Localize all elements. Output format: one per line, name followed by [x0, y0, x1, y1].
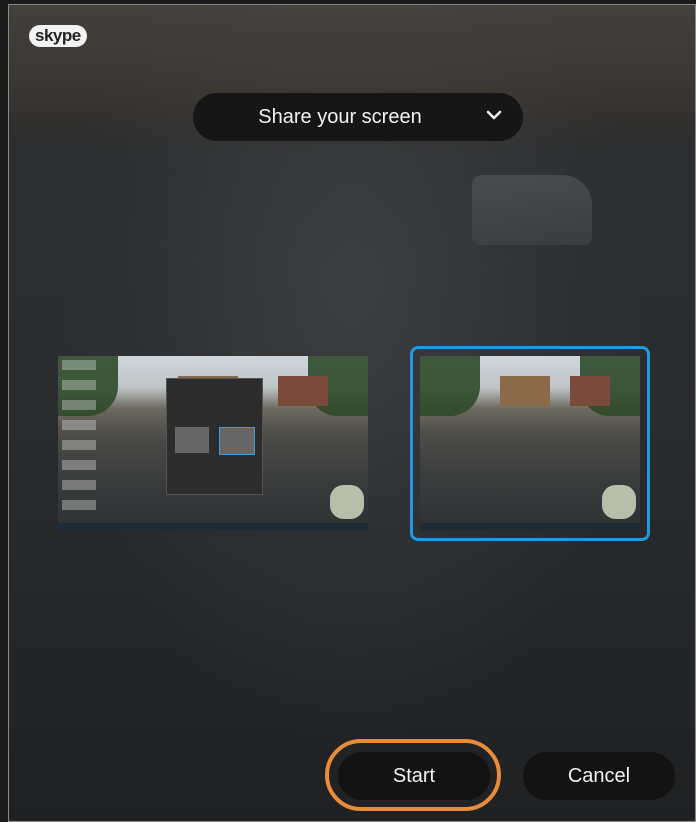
- thumb-building: [570, 376, 610, 406]
- skype-logo: skype: [29, 23, 87, 49]
- background-boat: [472, 175, 592, 245]
- thumb-flower: [602, 485, 636, 519]
- thumb-trees-left: [420, 356, 480, 416]
- start-button[interactable]: Start: [338, 752, 490, 800]
- share-mode-label: Share your screen: [258, 105, 422, 128]
- skype-logo-text: skype: [29, 25, 87, 47]
- thumb-taskbar: [58, 523, 368, 531]
- thumb-building: [500, 376, 550, 406]
- share-mode-dropdown[interactable]: Share your screen: [193, 93, 523, 141]
- thumb-desktop-icons: [62, 360, 96, 510]
- thumb-dialog-preview: [175, 427, 209, 453]
- thumb-building: [278, 376, 328, 406]
- thumb-dialog-preview-selected: [219, 427, 255, 455]
- chevron-down-icon: [486, 110, 502, 120]
- thumb-flower: [330, 485, 364, 519]
- screen-thumbnail-1[interactable]: [58, 356, 368, 531]
- thumb-taskbar: [420, 523, 640, 531]
- screen-thumbnail-2[interactable]: [420, 356, 640, 531]
- thumb-skype-dialog: [166, 378, 263, 495]
- cancel-button[interactable]: Cancel: [523, 752, 675, 800]
